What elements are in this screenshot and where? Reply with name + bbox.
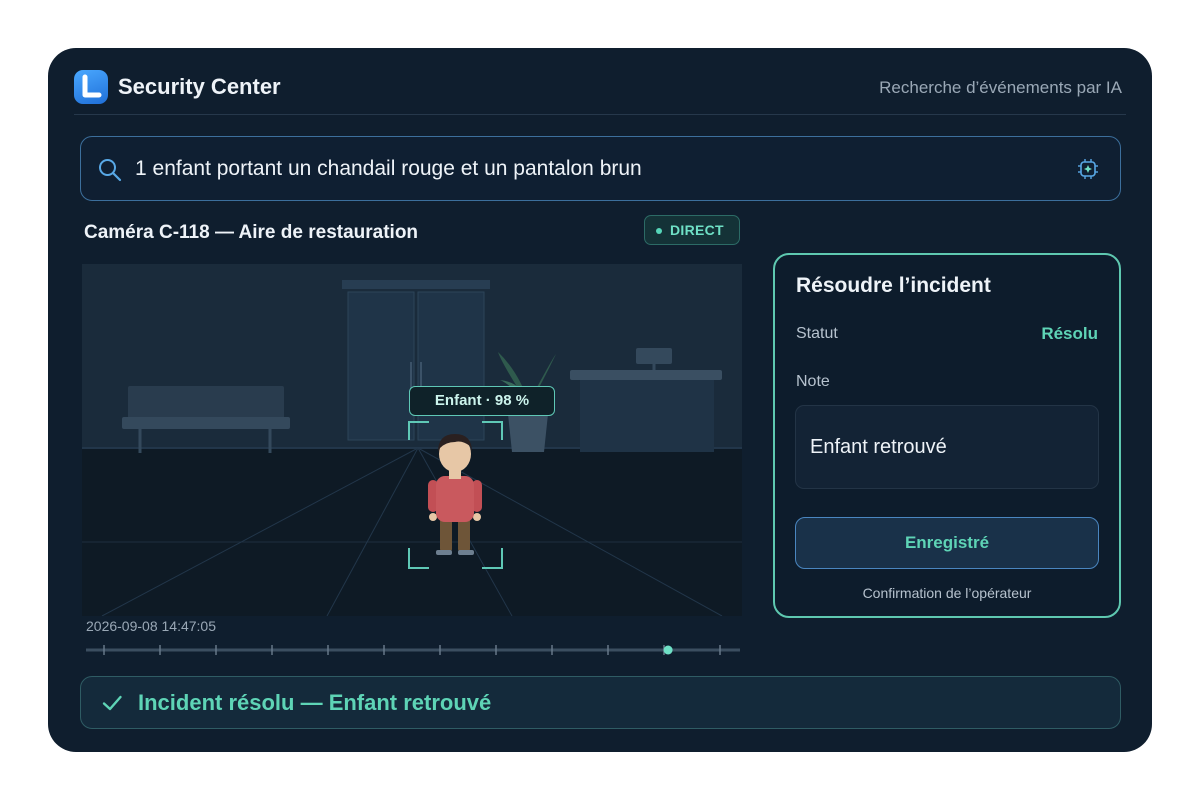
video-timestamp: 2026-09-08 14:47:05 bbox=[86, 618, 216, 634]
camera-title: Caméra C-118 — Aire de restauration bbox=[84, 222, 419, 243]
note-label: Note bbox=[796, 373, 830, 390]
timeline-track[interactable] bbox=[86, 642, 740, 656]
save-button[interactable]: Enregistré bbox=[795, 517, 1099, 569]
note-field[interactable]: Enfant retrouvé bbox=[795, 405, 1099, 489]
panel-title: Résoudre l’incident bbox=[796, 274, 991, 297]
search-bar[interactable]: 1 enfant portant un chandail rouge et un… bbox=[80, 136, 1121, 201]
resolution-message: Incident résolu — Enfant retrouvé bbox=[138, 690, 492, 715]
operator-confirmation: Confirmation de l’opérateur bbox=[862, 585, 1032, 601]
search-input[interactable]: 1 enfant portant un chandail rouge et un… bbox=[135, 157, 642, 181]
note-value[interactable]: Enfant retrouvé bbox=[810, 436, 947, 459]
live-dot-icon bbox=[656, 228, 662, 234]
app-title: Security Center bbox=[118, 74, 281, 99]
camera-feed[interactable]: Enfant · 98 % bbox=[82, 264, 742, 616]
check-icon bbox=[101, 692, 123, 719]
detection-label: Enfant · 98 % bbox=[409, 386, 555, 416]
status-value[interactable]: Résolu bbox=[1041, 324, 1098, 344]
header-subtitle: Recherche d’événements par IA bbox=[879, 78, 1122, 97]
search-icon[interactable] bbox=[97, 157, 123, 188]
video-timeline[interactable] bbox=[86, 642, 740, 656]
security-center-window: Security Center Recherche d’événements p… bbox=[48, 48, 1152, 752]
resolution-banner: Incident résolu — Enfant retrouvé bbox=[80, 676, 1121, 729]
header: Security Center Recherche d’événements p… bbox=[74, 70, 1122, 106]
camera-scene bbox=[82, 264, 742, 616]
header-divider bbox=[74, 114, 1126, 115]
timeline-playhead[interactable] bbox=[663, 645, 673, 655]
app-logo-icon bbox=[74, 70, 108, 104]
status-label: Statut bbox=[796, 325, 838, 342]
live-label: DIRECT bbox=[670, 222, 724, 238]
ai-chip-icon[interactable] bbox=[1076, 157, 1100, 186]
incident-panel: Résoudre l’incident Statut Résolu Note E… bbox=[773, 253, 1121, 618]
live-badge: DIRECT bbox=[644, 215, 740, 245]
